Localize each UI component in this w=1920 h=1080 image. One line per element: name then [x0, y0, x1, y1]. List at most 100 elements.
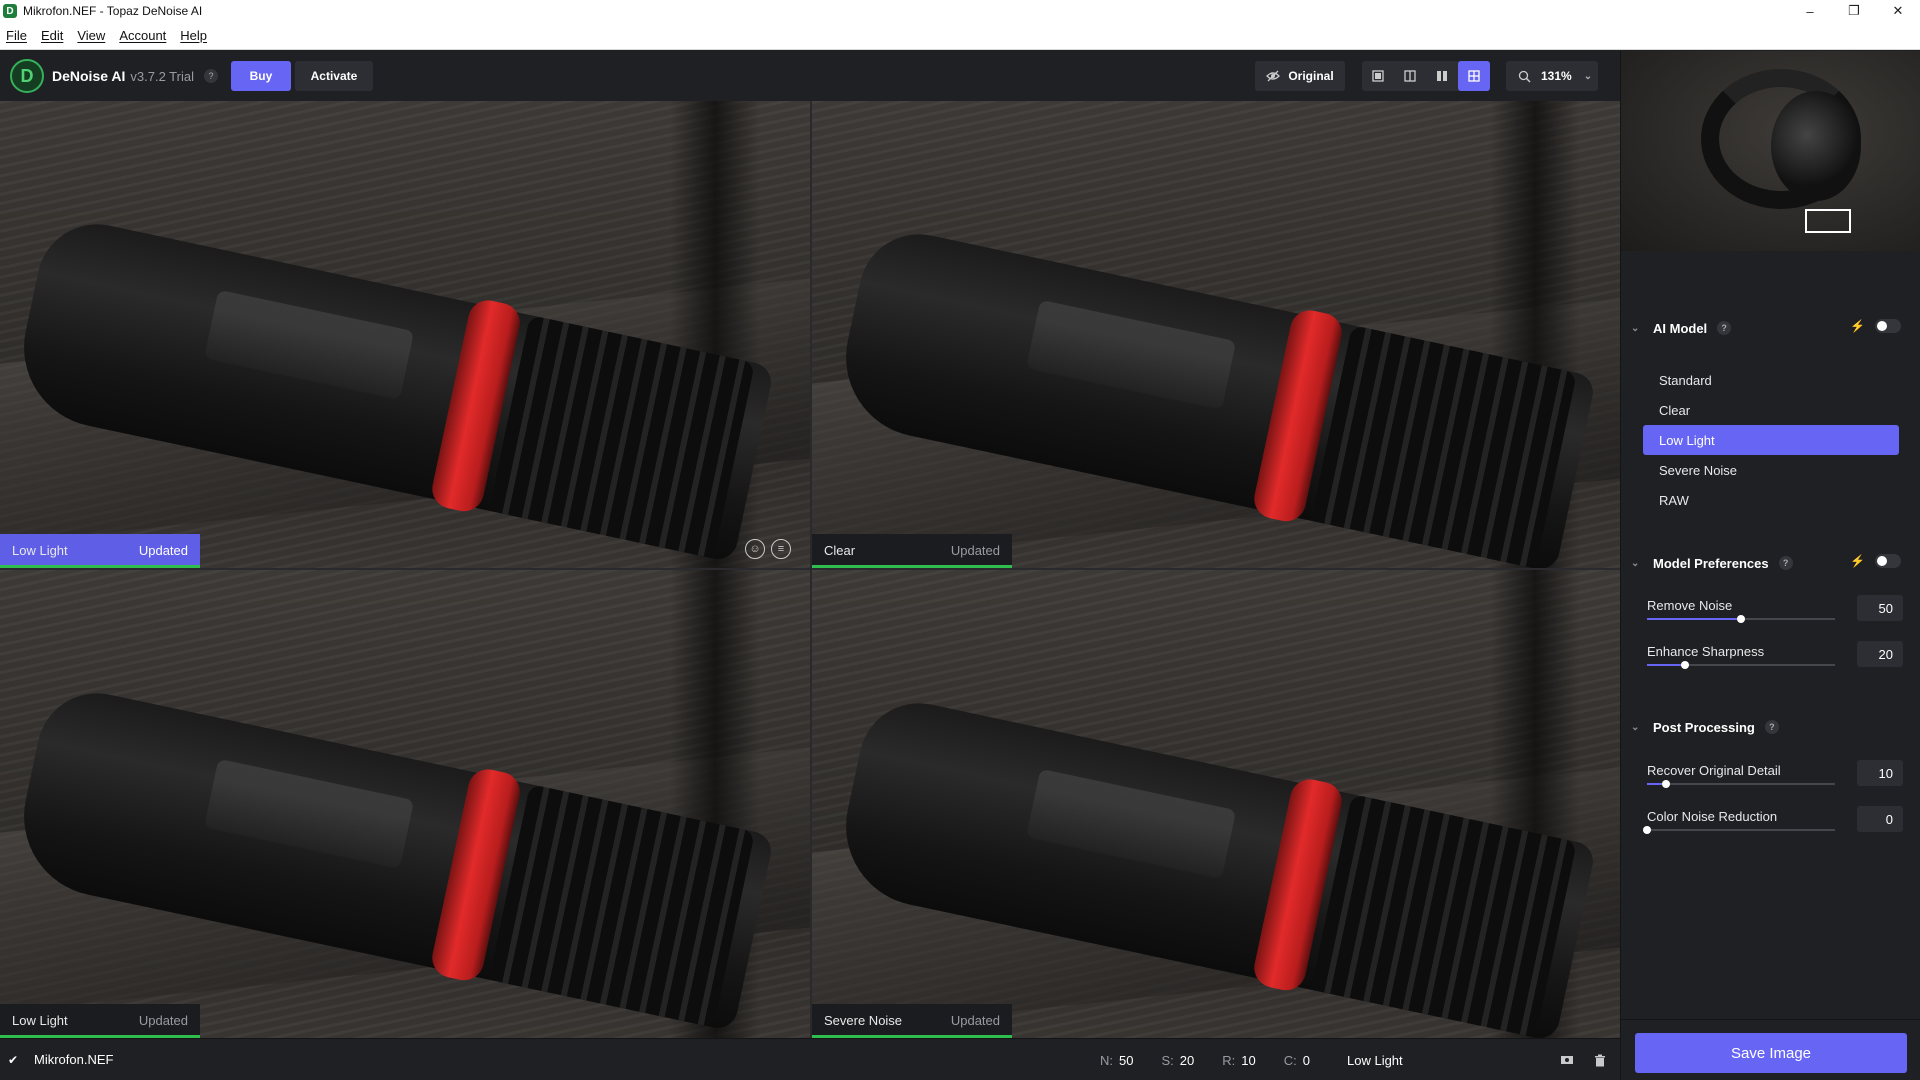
preview-pane-1[interactable]: Low Light Updated [0, 101, 810, 568]
save-image-button[interactable]: Save Image [1635, 1033, 1907, 1073]
comparison-view-button[interactable] [1458, 61, 1490, 91]
restore-icon[interactable]: ❐ [1832, 0, 1876, 22]
color-noise-slider: Color Noise Reduction 0 [1643, 806, 1903, 849]
auto-toggle-group: ⚡ [1850, 319, 1901, 333]
side-by-side-view-button[interactable] [1426, 61, 1458, 91]
slider-value-input[interactable]: 50 [1857, 595, 1903, 621]
check-icon: ✔ [8, 1052, 19, 1067]
slider-track[interactable] [1647, 661, 1835, 669]
preview-pane-2[interactable]: Clear Updated [812, 101, 1620, 568]
preview-image [0, 570, 810, 1038]
model-option-clear[interactable]: Clear [1643, 395, 1899, 425]
pane-label: Low Light Updated [0, 534, 200, 568]
chevron-down-icon[interactable]: ⌄ [1631, 722, 1643, 733]
app-icon: D [3, 4, 17, 18]
menu-edit[interactable]: Edit [34, 28, 70, 43]
help-icon[interactable]: ? [1778, 556, 1793, 570]
grid-view-icon [1468, 70, 1480, 82]
preview-pane-3[interactable]: Low Light Updated [0, 570, 810, 1038]
post-processing-header[interactable]: ⌄ Post Processing ? [1621, 715, 1920, 739]
status-bar: ✔ Mikrofon.NEF N: 50 S: 20 R: 10 C: 0 Low Li… [0, 1038, 1620, 1080]
split-view-button[interactable] [1394, 61, 1426, 91]
app-logo: D [10, 59, 44, 93]
window-controls: – ❐ ✕ [1788, 0, 1920, 22]
model-option-severe-noise[interactable]: Severe Noise [1643, 455, 1899, 485]
auto-ai-model-toggle[interactable] [1875, 319, 1901, 333]
pane-status: Updated [950, 542, 1000, 558]
slider-value-input[interactable]: 10 [1857, 760, 1903, 786]
model-preferences-title: Model Preferences [1653, 555, 1769, 571]
pane-label: Severe Noise Updated [812, 1004, 1012, 1038]
stat-recover: R: 10 [1222, 1052, 1256, 1068]
slider-thumb[interactable] [1643, 826, 1651, 834]
split-view-icon [1404, 70, 1416, 82]
stat-color: C: 0 [1283, 1052, 1310, 1068]
model-option-standard[interactable]: Standard [1643, 365, 1899, 395]
pane-status: Updated [950, 1012, 1000, 1028]
slider-thumb[interactable] [1680, 661, 1689, 669]
pane-progress-bar [812, 565, 1012, 568]
file-name[interactable]: Mikrofon.NEF [34, 1052, 113, 1067]
pane-status: Updated [138, 1012, 188, 1028]
navigator-thumbnail[interactable] [1621, 51, 1920, 251]
original-label: Original [1288, 69, 1334, 83]
model-preferences-header[interactable]: ⌄ Model Preferences ? ⚡ [1621, 551, 1920, 575]
status-model-name: Low Light [1347, 1052, 1403, 1068]
slider-value-input[interactable]: 20 [1857, 641, 1903, 667]
slider-label: Remove Noise [1647, 598, 1733, 613]
image-preview-icon[interactable] [1560, 1054, 1574, 1066]
preview-image [812, 101, 1620, 568]
title-bar: D Mikrofon.NEF - Topaz DeNoise AI – ❐ ✕ [0, 0, 1920, 22]
trash-icon[interactable] [1594, 1054, 1606, 1067]
slider-track[interactable] [1647, 780, 1835, 788]
activate-button[interactable]: Activate [294, 61, 373, 91]
menu-file[interactable]: File [0, 28, 34, 43]
navigator-viewport-box[interactable] [1805, 209, 1851, 233]
zoom-control[interactable]: 131% ⌄ [1506, 61, 1598, 91]
chevron-down-icon[interactable]: ⌄ [1631, 558, 1643, 569]
neutral-face-icon[interactable]: ≡ [771, 539, 791, 559]
preview-image [0, 101, 810, 568]
ai-model-list: Standard Clear Low Light Severe Noise RA… [1643, 365, 1899, 515]
post-processing-title: Post Processing [1653, 719, 1755, 735]
help-icon[interactable]: ? [1717, 321, 1732, 335]
ai-model-header[interactable]: ⌄ AI Model ? ⚡ [1621, 316, 1920, 340]
smile-icon[interactable]: ☺ [745, 539, 765, 559]
model-option-raw[interactable]: RAW [1643, 485, 1899, 515]
zoom-value: 131% [1541, 69, 1572, 83]
recover-detail-slider: Recover Original Detail 10 [1647, 760, 1903, 803]
settings-summary: N: 50 S: 20 R: 10 C: 0 [1100, 1039, 1310, 1080]
preview-pane-4[interactable]: Severe Noise Updated [812, 570, 1620, 1038]
pane-model-name: Severe Noise [824, 1012, 903, 1028]
pane-model-name: Low Light [12, 542, 68, 558]
slider-track[interactable] [1647, 615, 1835, 623]
menu-help[interactable]: Help [173, 28, 214, 43]
model-option-low-light[interactable]: Low Light [1643, 425, 1899, 455]
menu-account[interactable]: Account [112, 28, 173, 43]
help-icon[interactable]: ? [1764, 720, 1779, 734]
original-toggle-button[interactable]: Original [1255, 61, 1345, 91]
slider-track[interactable] [1643, 826, 1835, 834]
toolbar: D DeNoise AI v3.7.2 Trial ? Buy Activate… [0, 51, 1620, 101]
buy-button[interactable]: Buy [230, 61, 291, 91]
pane-progress-bar [0, 565, 200, 568]
slider-thumb[interactable] [1661, 780, 1670, 788]
chevron-down-icon[interactable]: ⌄ [1631, 323, 1643, 334]
pane-status: Updated [138, 542, 188, 558]
minimize-icon[interactable]: – [1788, 0, 1832, 22]
slider-value-input[interactable]: 0 [1857, 806, 1903, 832]
bolt-icon: ⚡ [1850, 319, 1865, 333]
pane-model-name: Clear [824, 542, 856, 558]
pane-model-name: Low Light [12, 1012, 68, 1028]
close-icon[interactable]: ✕ [1876, 0, 1920, 22]
help-icon[interactable]: ? [203, 69, 218, 83]
single-view-button[interactable] [1362, 61, 1394, 91]
right-panel: ⌄ AI Model ? ⚡ Standard Clear Low Light … [1620, 51, 1920, 1080]
slider-thumb[interactable] [1737, 615, 1745, 623]
menu-view[interactable]: View [70, 28, 112, 43]
side-by-side-icon [1437, 71, 1447, 81]
single-view-icon [1372, 70, 1384, 82]
auto-toggle-group: ⚡ [1850, 554, 1901, 568]
auto-preferences-toggle[interactable] [1875, 554, 1901, 568]
ai-model-title: AI Model [1653, 320, 1708, 336]
